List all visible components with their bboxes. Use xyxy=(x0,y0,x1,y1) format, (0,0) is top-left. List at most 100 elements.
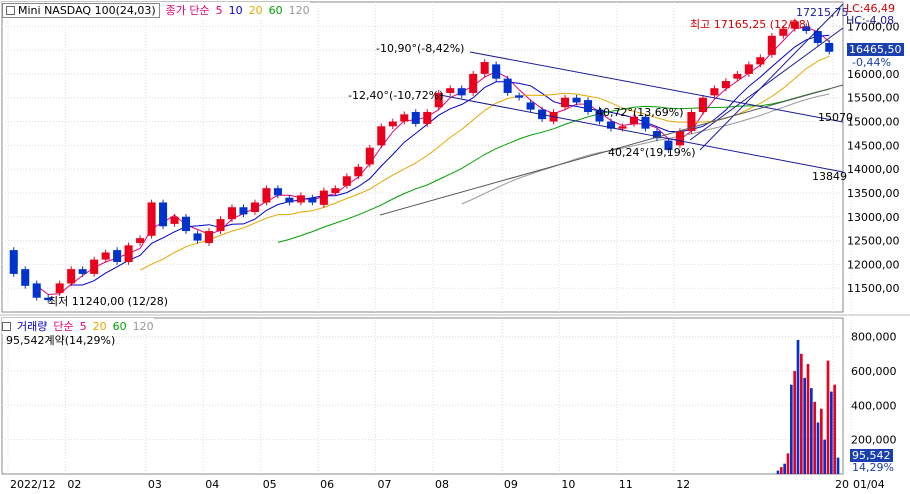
volume-bar xyxy=(820,408,823,474)
volume-tick-label: 600,000 xyxy=(851,365,897,378)
candle-body xyxy=(216,219,225,232)
vol-ma-5[interactable]: 5 xyxy=(80,320,87,333)
ma-20[interactable]: 20 xyxy=(249,4,263,17)
candle-body xyxy=(124,245,133,262)
volume-bar xyxy=(796,340,800,474)
volume-bar xyxy=(776,470,780,474)
axis-layer: 17000,0016500,0016000,0015500,0015000,00… xyxy=(10,20,900,491)
candle-body xyxy=(227,207,236,220)
x-tick-label: 11 xyxy=(619,478,633,491)
ma-10[interactable]: 10 xyxy=(229,4,243,17)
price-tick-label: 12500,00 xyxy=(847,235,900,248)
candle-body xyxy=(767,35,776,55)
candle-body xyxy=(584,100,593,112)
price-tick-label: 14000,00 xyxy=(847,163,900,176)
candle-body xyxy=(354,166,363,177)
channel-label-4: 40,24°(19,19%) xyxy=(608,146,696,159)
candle-body xyxy=(675,131,684,146)
price-tick-label: 14500,00 xyxy=(847,139,900,152)
volume-subtitle: 95,542계약(14,29%) xyxy=(6,334,116,347)
ma-label: 종가 단순 xyxy=(165,4,210,17)
candle-body xyxy=(572,97,581,103)
ma-120[interactable]: 120 xyxy=(289,4,310,17)
x-tick-label: 02 xyxy=(67,478,81,491)
candle-body xyxy=(21,269,30,286)
volume-bar xyxy=(793,370,796,474)
price-tick-label: 12000,00 xyxy=(847,258,900,271)
x-tick-label: 07 xyxy=(378,478,392,491)
candle-body xyxy=(147,202,156,236)
instrument-selector[interactable]: Mini NASDAQ 100(24,03) xyxy=(2,2,160,18)
candle-body xyxy=(825,42,834,52)
candle-body xyxy=(319,190,328,205)
candle-body xyxy=(744,64,753,74)
volume-bar xyxy=(813,401,816,474)
candle-body xyxy=(32,283,41,298)
x-tick-label: 12 xyxy=(676,478,690,491)
annotation-low: 최저 11240,00 (12/28) xyxy=(48,295,169,308)
volume-series xyxy=(776,340,840,474)
volume-bar xyxy=(830,391,833,474)
candle-body xyxy=(342,176,351,186)
candle-body xyxy=(526,102,535,110)
candle-body xyxy=(193,233,202,241)
candle-body xyxy=(113,250,122,262)
candle-body xyxy=(377,126,386,146)
volume-bar xyxy=(816,422,820,474)
candle-body xyxy=(285,197,294,203)
ma-5[interactable]: 5 xyxy=(216,4,223,17)
vol-ma-120[interactable]: 120 xyxy=(133,320,154,333)
channel-label-3: 40,72°(13,69%) xyxy=(596,106,684,119)
volume-bar xyxy=(810,388,813,474)
annotation-hc: HC:-4,08 xyxy=(846,14,895,27)
candle-body xyxy=(710,88,719,96)
candle-body xyxy=(365,147,374,165)
volume-bar xyxy=(806,364,810,474)
candle-body xyxy=(55,283,64,293)
candle-body xyxy=(262,188,271,203)
checkbox-icon xyxy=(2,321,11,331)
candle-body xyxy=(90,259,99,274)
chart-canvas: 17000,0016500,0016000,0015500,0015000,00… xyxy=(0,1,910,491)
volume-tick-label: 400,000 xyxy=(851,399,897,412)
volume-bar xyxy=(800,353,803,474)
volume-bar xyxy=(836,457,840,474)
x-tick-label: 06 xyxy=(320,478,334,491)
candle-body xyxy=(756,57,765,65)
x-tick-label: 10 xyxy=(561,478,575,491)
vol-ma-20[interactable]: 20 xyxy=(93,320,107,333)
candle-body xyxy=(423,112,432,124)
volume-bar xyxy=(826,360,830,474)
candle-body xyxy=(296,195,305,203)
volume-bar xyxy=(790,384,793,474)
volume-bar xyxy=(833,384,836,474)
candle-body xyxy=(480,62,489,74)
annotation-high: 최고 17165,25 (12/28) xyxy=(690,18,811,31)
price-tick-label: 13500,00 xyxy=(847,187,900,200)
volume-bar xyxy=(803,377,806,474)
x-tick-label: 04 xyxy=(205,478,219,491)
last-volume-pct: 14,29% xyxy=(852,461,894,474)
annotation-high-top: 17215,75 xyxy=(796,6,849,19)
candle-body xyxy=(503,78,512,93)
channel-label-2: -12,40°(-10,72%) xyxy=(348,89,444,102)
candle-body xyxy=(273,188,282,196)
volume-bar xyxy=(780,467,783,474)
candle-body xyxy=(136,238,145,243)
x-tick-label: 09 xyxy=(504,478,518,491)
candle-body xyxy=(159,202,168,227)
candle-body xyxy=(182,216,191,232)
volume-bar xyxy=(783,463,786,474)
x-tick-label: 05 xyxy=(263,478,277,491)
candle-body xyxy=(400,114,409,122)
ma-60[interactable]: 60 xyxy=(269,4,283,17)
channel-label-1: -10,90°(-8,42%) xyxy=(376,42,465,55)
last-price-tag: 16465,50 xyxy=(847,43,904,56)
vol-ma-60[interactable]: 60 xyxy=(113,320,127,333)
candle-body xyxy=(618,126,627,129)
x-tick-label: 20 xyxy=(835,478,849,491)
candle-body xyxy=(492,64,501,79)
candle-body xyxy=(67,269,76,284)
grid-layer xyxy=(0,1,910,475)
candle-body xyxy=(101,252,110,260)
